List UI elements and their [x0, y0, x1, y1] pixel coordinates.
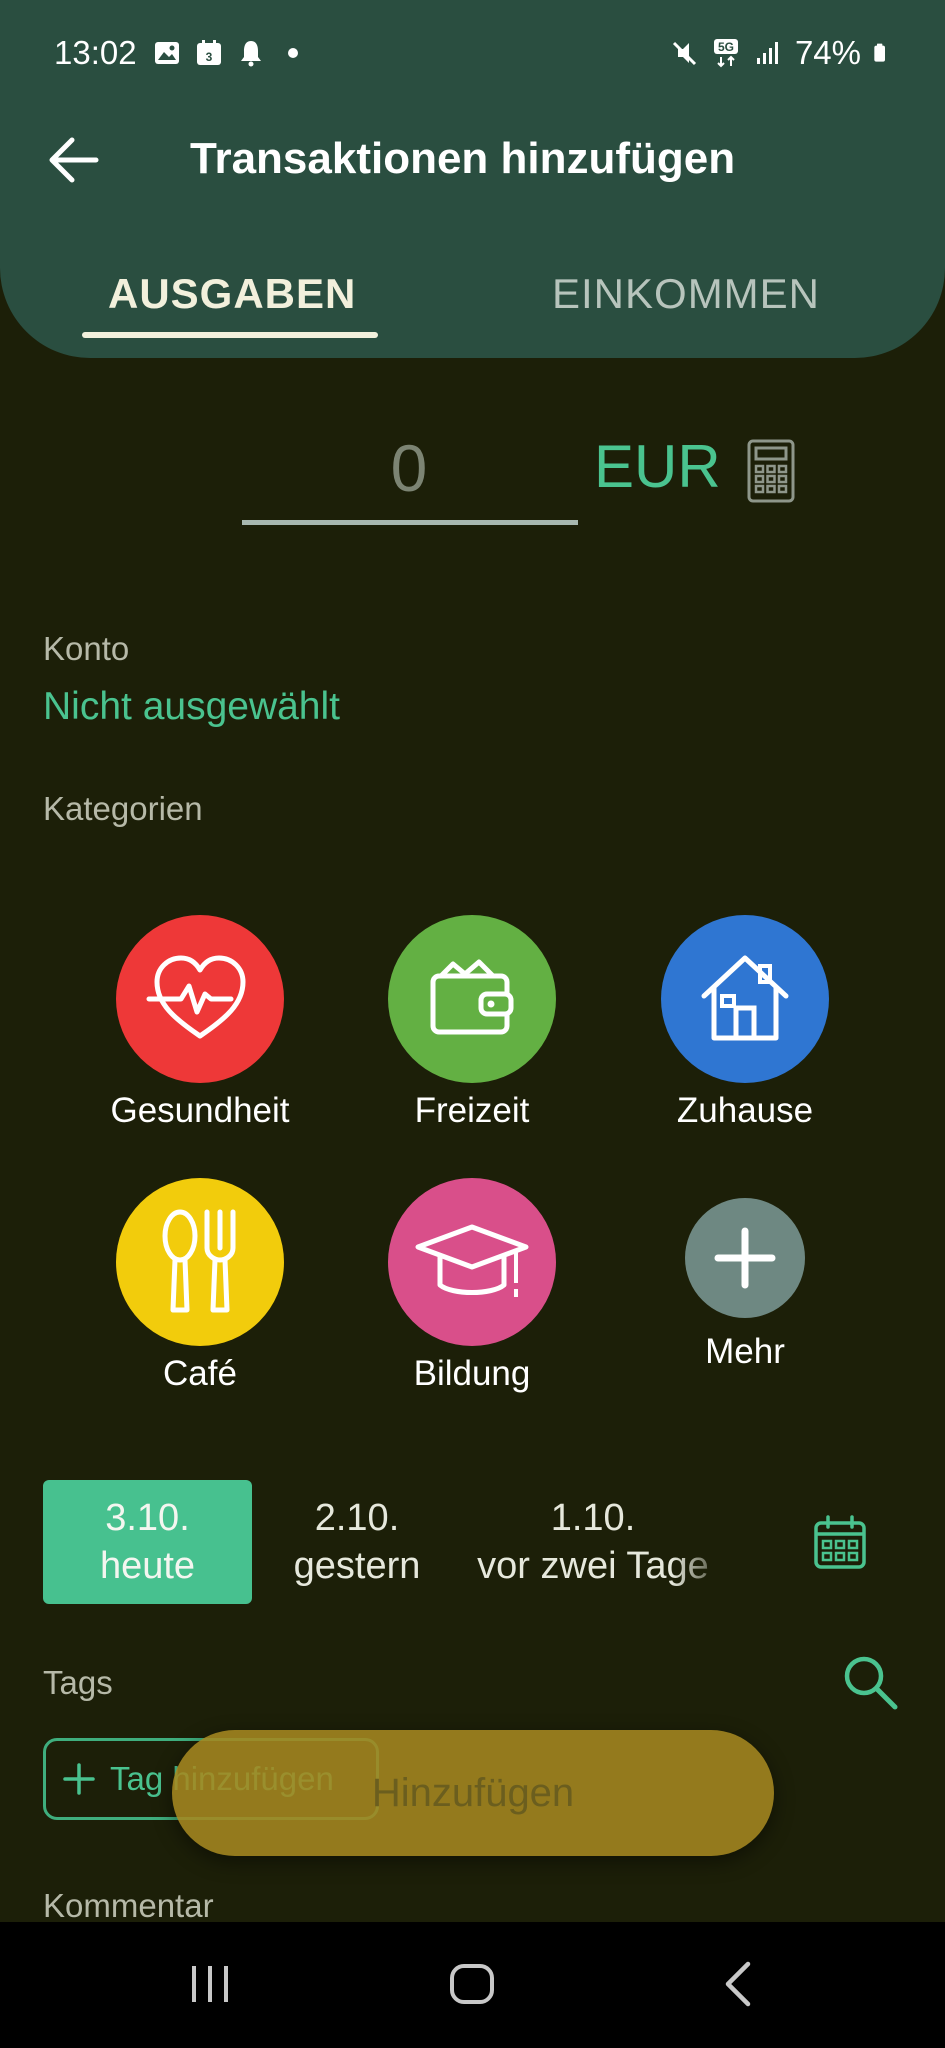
date-caption: gestern [293, 1545, 421, 1587]
category-circle [388, 915, 556, 1083]
gallery-icon [155, 42, 179, 64]
calendar-notification-icon: 3 [197, 40, 221, 65]
date-chip-yesterday[interactable]: 2.10. gestern [262, 1480, 452, 1604]
tab-expenses[interactable]: AUSGABEN [108, 270, 356, 318]
category-circle [116, 915, 284, 1083]
dot-icon [288, 48, 298, 58]
status-system-icons: 5G 74% [669, 34, 893, 72]
date-value: 3.10. [105, 1497, 190, 1539]
status-notification-icons: 3 [152, 38, 308, 68]
battery-percentage: 74% [794, 34, 861, 71]
category-more[interactable]: Mehr [625, 1198, 865, 1372]
category-label: Gesundheit [110, 1091, 290, 1130]
category-cafe[interactable]: Café [80, 1178, 320, 1394]
category-freizeit[interactable]: Freizeit [352, 915, 592, 1131]
category-label: Zuhause [676, 1091, 814, 1130]
amount-input[interactable]: 0 [242, 430, 576, 506]
add-transaction-button[interactable]: Hinzufügen [172, 1730, 774, 1856]
date-value: 2.10. [314, 1497, 400, 1539]
back-arrow-icon[interactable] [44, 130, 104, 190]
tab-income[interactable]: EINKOMMEN [552, 270, 820, 318]
plus-icon [63, 1763, 95, 1795]
date-caption: heute [99, 1545, 196, 1587]
categories-label: Kategorien [43, 790, 203, 827]
network-5g-icon: 5G [713, 39, 738, 68]
svg-text:5G: 5G [718, 40, 734, 54]
bell-icon [241, 41, 261, 67]
status-bar: 13:02 3 5G 74% [0, 0, 945, 110]
category-label: Bildung [413, 1354, 531, 1393]
calendar-icon[interactable] [812, 1514, 868, 1570]
signal-icon [756, 42, 778, 64]
status-time: 13:02 [54, 34, 137, 71]
category-gesundheit[interactable]: Gesundheit [80, 915, 320, 1131]
account-selector[interactable]: Nicht ausgewählt [43, 685, 340, 729]
category-bildung[interactable]: Bildung [352, 1178, 592, 1394]
app-header: 13:02 3 5G 74% Transaktionen hinzufügen … [0, 0, 945, 358]
screen: 13:02 3 5G 74% Transaktionen hinzufügen … [0, 0, 945, 2048]
nav-back-icon[interactable] [718, 1958, 758, 2010]
home-icon[interactable] [448, 1960, 496, 2008]
battery-icon [874, 43, 885, 62]
plus-icon [714, 1227, 776, 1289]
system-nav-bar [0, 1922, 945, 2048]
cutlery-icon [162, 1209, 236, 1313]
recent-apps-icon[interactable] [186, 1960, 234, 2008]
mute-icon [672, 41, 696, 66]
category-label: Mehr [705, 1332, 785, 1371]
search-icon[interactable] [840, 1652, 900, 1712]
house-icon [701, 955, 789, 1041]
tags-label: Tags [43, 1664, 113, 1701]
category-label: Café [163, 1354, 237, 1393]
page-title: Transaktionen hinzufügen [190, 134, 736, 183]
svg-text:3: 3 [206, 50, 213, 64]
amount-input-underline [242, 520, 578, 525]
wallet-icon [430, 959, 514, 1035]
calculator-icon[interactable] [746, 438, 796, 504]
account-label: Konto [43, 630, 130, 667]
graduation-cap-icon [415, 1224, 529, 1297]
currency-selector[interactable]: EUR [594, 432, 721, 501]
category-label: Freizeit [414, 1091, 530, 1130]
category-circle [116, 1178, 284, 1346]
comment-label: Kommentar [43, 1887, 214, 1924]
date-chip-today[interactable]: 3.10. heute [43, 1480, 252, 1604]
heart-pulse-icon [146, 955, 246, 1039]
category-circle [661, 915, 829, 1083]
category-circle [388, 1178, 556, 1346]
active-tab-indicator [82, 332, 378, 338]
category-circle [685, 1198, 805, 1318]
date-fade-overlay [672, 1480, 732, 1604]
category-zuhause[interactable]: Zuhause [625, 915, 865, 1131]
